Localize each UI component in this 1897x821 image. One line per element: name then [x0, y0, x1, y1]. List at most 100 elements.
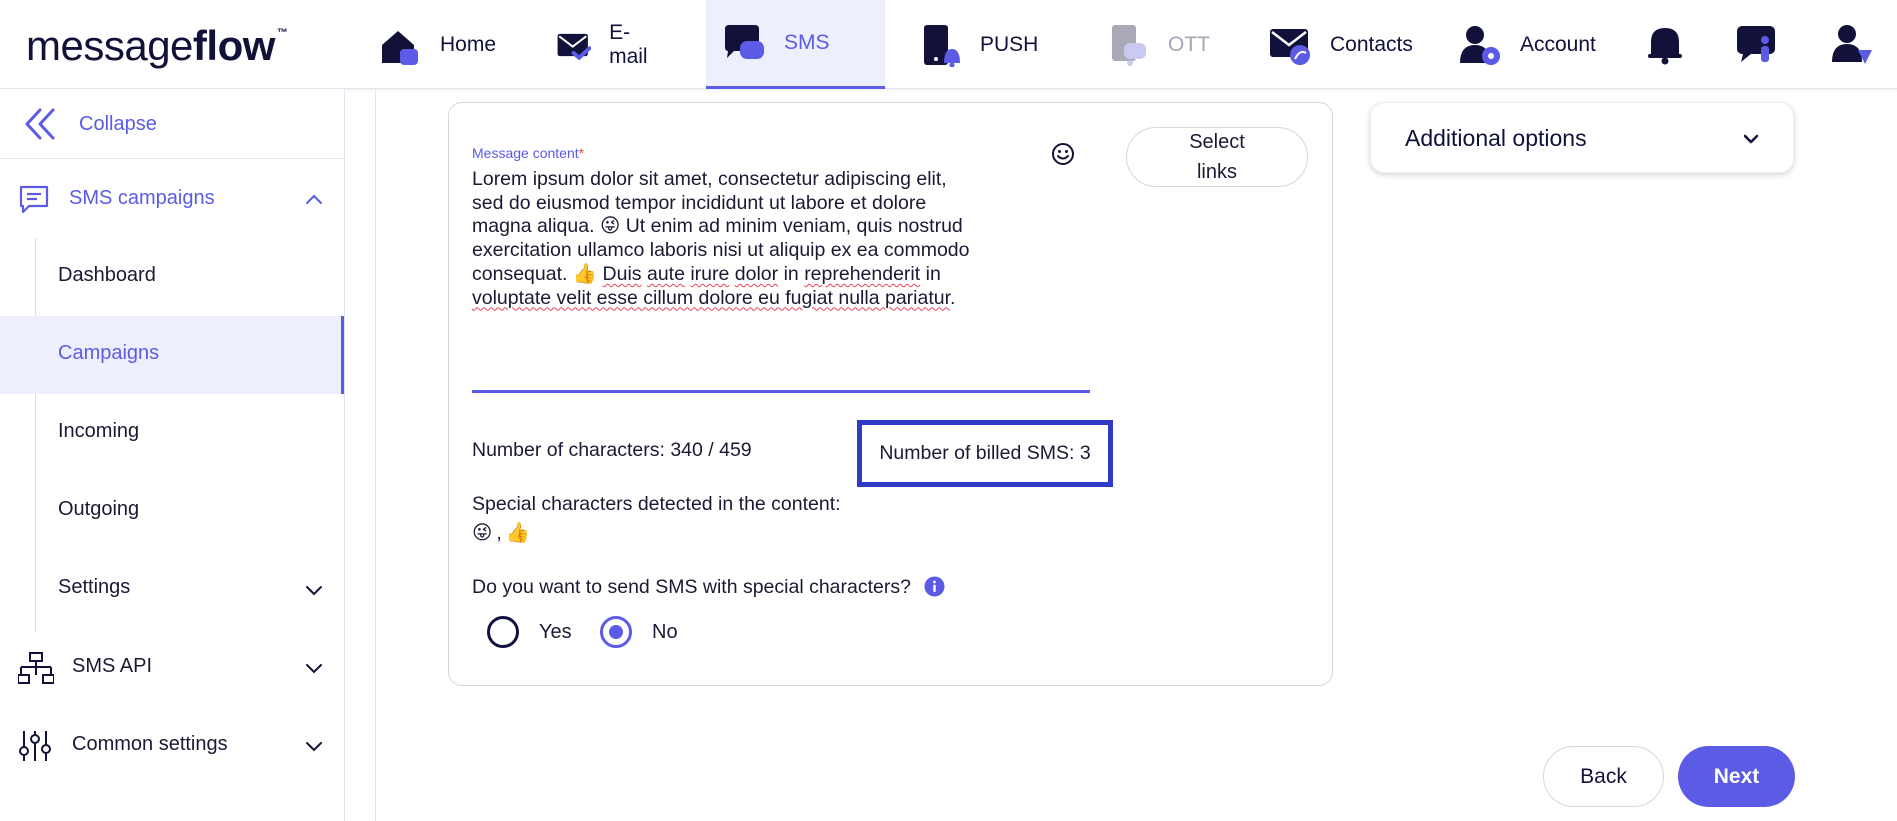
message-line: Lorem ipsum dolor sit amet, consectetur …	[472, 168, 947, 190]
email-icon	[557, 33, 592, 60]
push-icon	[924, 24, 960, 67]
additional-options-label: Additional options	[1405, 125, 1587, 151]
message-line: voluptate velit esse cillum dolore eu fu…	[472, 287, 1042, 311]
chevron-down-icon	[306, 664, 322, 674]
back-button[interactable]: Back	[1543, 746, 1664, 807]
sidebar: Collapse SMS campaigns Dashboard Campaig…	[0, 89, 345, 821]
nav-push-label: PUSH	[980, 32, 1039, 56]
required-asterisk: *	[578, 145, 585, 161]
sidebar-item-incoming[interactable]: Incoming	[0, 394, 344, 472]
list-separator: ,	[496, 521, 502, 544]
nav-account[interactable]: Account	[1442, 0, 1612, 89]
sidebar-label-common-settings: Common settings	[72, 733, 228, 755]
chevron-down-icon	[306, 586, 322, 596]
nav-ott-label: OTT	[1168, 32, 1210, 56]
emoji-winking-tongue: 😜	[472, 522, 493, 544]
select-links-line2: links	[1196, 161, 1237, 183]
message-segment: in	[783, 262, 799, 285]
additional-options-dropdown[interactable]: Additional options	[1370, 102, 1794, 173]
next-button[interactable]: Next	[1678, 746, 1795, 807]
sidebar-item-dashboard[interactable]: Dashboard	[0, 238, 344, 316]
messageflow-logo[interactable]: message flow ™	[26, 22, 288, 69]
nav-home[interactable]: Home	[362, 0, 512, 89]
special-characters-label: Special characters detected in the conte…	[472, 493, 841, 515]
bell-icon[interactable]	[1643, 22, 1687, 66]
radio-yes[interactable]: Yes	[487, 616, 572, 648]
sidebar-item-sms-campaigns[interactable]: SMS campaigns	[0, 160, 344, 238]
textarea-focus-underline	[472, 390, 1090, 393]
logo-part2: flow	[192, 22, 275, 69]
back-button-label: Back	[1580, 764, 1627, 788]
message-content-label: Message content*	[472, 145, 584, 161]
nav-home-label: Home	[440, 32, 497, 56]
spellcheck-word: aute	[646, 262, 685, 285]
message-line: exercitation ullamco laboris nisi ut ali…	[472, 239, 970, 262]
message-line: magna aliqua. 😜 Ut enim ad minim veniam,…	[472, 215, 1042, 239]
sliders-icon	[19, 731, 51, 761]
nav-ott[interactable]: OTT	[1090, 0, 1226, 89]
nav-email-label: E-mail	[609, 20, 648, 68]
collapse-label: Collapse	[79, 113, 157, 135]
message-segment: consequat.	[472, 262, 568, 285]
double-chevron-left-icon	[25, 108, 55, 140]
sidebar-label-sms-api: SMS API	[72, 655, 153, 677]
sidebar-label-settings: Settings	[58, 576, 131, 598]
message-segment: in	[925, 262, 941, 285]
billed-sms-count: Number of billed SMS: 3	[857, 420, 1113, 487]
nav-email[interactable]: E-mail	[540, 0, 673, 89]
sidebar-item-settings[interactable]: Settings	[0, 550, 344, 628]
message-segment: magna aliqua.	[472, 215, 595, 238]
emoji-picker-icon[interactable]	[1049, 140, 1077, 168]
emoji-thumbs-up: 👍	[505, 522, 531, 544]
content-divider	[375, 89, 376, 821]
chat-message-icon	[19, 185, 49, 214]
radio-yes-circle[interactable]	[487, 616, 519, 648]
chevron-down-icon	[306, 742, 322, 752]
sidebar-item-campaigns[interactable]: Campaigns	[0, 316, 344, 394]
info-icon[interactable]	[924, 576, 945, 597]
chevron-up-icon	[306, 194, 322, 204]
special-characters-list: 😜, 👍	[472, 521, 530, 545]
collapse-button[interactable]: Collapse	[0, 89, 344, 159]
spellcheck-word: reprehenderit	[804, 262, 921, 285]
logo-part1: message	[26, 22, 193, 69]
character-count: Number of characters: 340 / 459	[472, 439, 752, 461]
message-content-textarea[interactable]: Lorem ipsum dolor sit amet, consectetur …	[472, 168, 1042, 310]
sidebar-item-sms-api[interactable]: SMS API	[0, 628, 344, 706]
top-navigation-bar: message flow ™ Home E-mail SMS PUSH OTT …	[0, 0, 1897, 89]
sidebar-item-outgoing[interactable]: Outgoing	[0, 472, 344, 550]
sms-icon	[725, 25, 764, 59]
contacts-icon	[1270, 28, 1310, 65]
nav-push[interactable]: PUSH	[902, 0, 1054, 89]
sidebar-label-incoming: Incoming	[58, 420, 140, 442]
network-icon	[18, 652, 54, 684]
message-content-label-text: Message content	[472, 145, 579, 161]
billed-sms-text: Number of billed SMS: 3	[879, 442, 1091, 464]
message-segment: Ut enim ad minim veniam, quis nostrud	[625, 215, 963, 238]
nav-sms[interactable]: SMS	[706, 0, 885, 89]
message-line: sed do eiusmod tempor incididunt ut labo…	[472, 191, 927, 214]
radio-yes-label: Yes	[539, 620, 572, 643]
next-button-label: Next	[1713, 764, 1760, 788]
sidebar-label-dashboard: Dashboard	[58, 264, 156, 286]
home-icon	[382, 30, 418, 65]
message-line: consequat. 👍 Duis aute irure dolor in re…	[472, 263, 1042, 287]
special-characters-question: Do you want to send SMS with special cha…	[472, 576, 911, 598]
radio-no[interactable]: No	[600, 616, 678, 648]
message-segment: .	[950, 286, 956, 309]
select-links-line1: Select	[1189, 131, 1245, 153]
spellcheck-segment: voluptate velit esse cillum dolore eu fu…	[472, 286, 951, 309]
account-icon	[1460, 25, 1500, 65]
nav-contacts[interactable]: Contacts	[1252, 0, 1429, 89]
chevron-down-icon	[1743, 134, 1759, 144]
nav-contacts-label: Contacts	[1330, 32, 1413, 56]
sidebar-item-common-settings[interactable]: Common settings	[0, 706, 344, 784]
spellcheck-word: Duis	[602, 262, 642, 285]
radio-no-circle[interactable]	[600, 616, 632, 648]
select-links-button[interactable]: Select links	[1126, 127, 1308, 187]
ott-icon	[1112, 24, 1146, 66]
user-icon[interactable]	[1830, 22, 1874, 66]
emoji-thumbs-up: 👍	[572, 262, 598, 285]
spellcheck-word: dolor	[734, 262, 779, 285]
support-icon[interactable]	[1735, 22, 1779, 66]
